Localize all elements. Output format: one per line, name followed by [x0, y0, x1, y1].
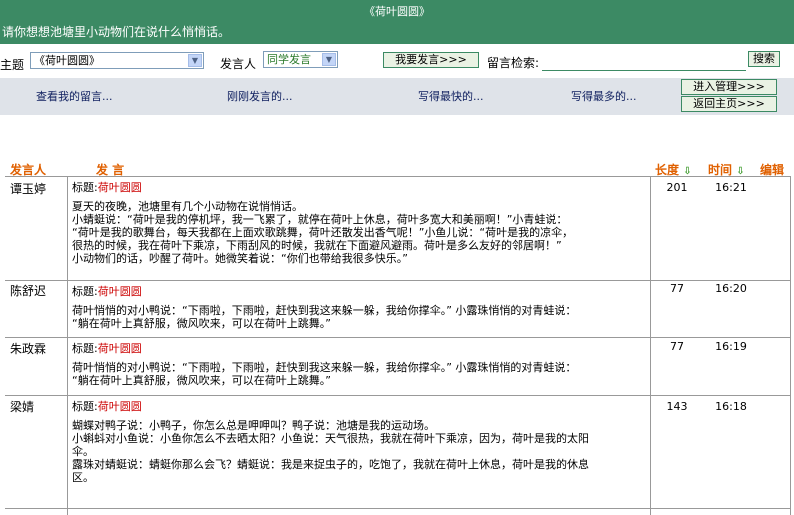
- message-line: 荷叶悄悄的对小鸭说：“下雨啦，下雨啦，赶快到我这来躲一躲，我给你撑伞。” 小露珠…: [72, 304, 577, 317]
- message-line: “躺在荷叶上真舒服，微风吹来，可以在荷叶上跳舞。”: [72, 317, 331, 330]
- title-bar: 《荷叶圆圆》 请你想想池塘里小动物们在说什么悄悄话。: [0, 0, 794, 44]
- message-line: 小蝌蚪对小鱼说：小鱼你怎么不去晒太阳？小鱼说：天气很热，我就在荷叶下乘凉，因为，…: [72, 432, 589, 445]
- message-line: 区。: [72, 471, 94, 484]
- message-line: 伞。: [72, 445, 94, 458]
- topic-select[interactable]: 《荷叶圆圆》 ▼: [30, 52, 204, 69]
- search-button[interactable]: 搜索: [748, 51, 780, 67]
- col-divider: [650, 176, 651, 515]
- nav-fastest[interactable]: 写得最快的...: [418, 88, 484, 104]
- row-author: 朱政霖: [10, 342, 47, 356]
- subject-link[interactable]: 荷叶圆圆: [98, 285, 142, 298]
- search-label: 留言检索:: [487, 56, 540, 70]
- subject-link[interactable]: 荷叶圆圆: [98, 181, 142, 194]
- row-message: 标题:荷叶圆圆 蝴蝶对鸭子说：小鸭子，你怎么总是呷呷叫？鸭子说：池塘是我的运动场…: [72, 395, 648, 484]
- search-input[interactable]: [542, 53, 746, 71]
- topic-prompt: 请你想想池塘里小动物们在说什么悄悄话。: [2, 25, 231, 39]
- speaker-select[interactable]: 同学发言 ▼: [263, 51, 338, 68]
- home-button[interactable]: 返回主页>>>: [681, 96, 777, 112]
- message-line: 荷叶悄悄的对小鸭说：“下雨啦，下雨啦，赶快到我这来躲一躲，我给你撑伞。” 小露珠…: [72, 361, 577, 374]
- message-line: 露珠对蜻蜓说：蜻蜓你那么会飞？蜻蜓说：我是来捉虫子的，吃饱了，我就在荷叶上休息，…: [72, 458, 589, 471]
- col-divider: [67, 176, 68, 515]
- topic-select-value: 《荷叶圆圆》: [34, 54, 100, 67]
- topic-label: 主题: [0, 58, 25, 72]
- row-divider: [5, 508, 791, 509]
- row-time: 16:19: [715, 340, 747, 353]
- row-author: 谭玉婷: [10, 182, 47, 196]
- message-line: “躺在荷叶上真舒服，微风吹来，可以在荷叶上跳舞。”: [72, 374, 331, 387]
- row-subject: 标题:荷叶圆圆: [72, 342, 648, 355]
- row-time: 16:21: [715, 181, 747, 194]
- nav-latest[interactable]: 刚刚发言的...: [227, 88, 293, 104]
- post-message-button[interactable]: 我要发言>>>: [383, 52, 479, 68]
- subject-prefix: 标题:: [72, 181, 98, 194]
- row-subject: 标题:荷叶圆圆: [72, 285, 648, 298]
- message-line: 小动物们的话，吵醒了荷叶。她微笑着说：“你们也带给我很多快乐。”: [72, 252, 408, 265]
- message-line: “荷叶是我的歌舞台，每天我都在上面欢歌跳舞，荷叶还散发出香气呢！”小鱼儿说：“荷…: [72, 226, 574, 239]
- controls-row: 主题 《荷叶圆圆》 ▼ 发言人 同学发言 ▼ 我要发言>>> 留言检索: 搜索: [0, 44, 794, 76]
- row-length: 201: [666, 181, 688, 194]
- subject-prefix: 标题:: [72, 342, 98, 355]
- row-length: 77: [670, 282, 684, 295]
- subject-link[interactable]: 荷叶圆圆: [98, 400, 142, 413]
- page-title: 《荷叶圆圆》: [364, 5, 430, 18]
- row-subject: 标题:荷叶圆圆: [72, 400, 648, 413]
- nav-my-messages[interactable]: 查看我的留言...: [36, 88, 113, 104]
- chevron-down-icon: ▼: [188, 54, 202, 67]
- row-length: 143: [666, 400, 688, 413]
- chevron-down-icon: ▼: [322, 53, 336, 66]
- subject-link[interactable]: 荷叶圆圆: [98, 342, 142, 355]
- table-header: 发言人 发 言 长度 ⇩ 时间 ⇩ 编辑: [0, 158, 794, 177]
- col-length-label: 长度: [655, 163, 680, 177]
- subject-prefix: 标题:: [72, 400, 98, 413]
- admin-button[interactable]: 进入管理>>>: [681, 79, 777, 95]
- col-divider: [790, 176, 791, 515]
- row-author: 梁婧: [10, 400, 35, 414]
- message-line: 很热的时候，我在荷叶下乘凉，下雨刮风的时候，我就在下面避风避雨。荷叶是多么友好的…: [72, 239, 562, 252]
- row-time: 16:18: [715, 400, 747, 413]
- message-line: 小蜻蜓说：“荷叶是我的停机坪，我一飞累了，就停在荷叶上休息，荷叶多宽大和美丽啊！…: [72, 213, 568, 226]
- speaker-label: 发言人: [220, 57, 257, 71]
- nav-bar: 查看我的留言... 刚刚发言的... 写得最快的... 写得最多的... 进入管…: [0, 78, 794, 115]
- message-line: 夏天的夜晚，池塘里有几个小动物在说悄悄话。: [72, 200, 303, 213]
- row-author: 陈舒迟: [10, 284, 47, 298]
- row-time: 16:20: [715, 282, 747, 295]
- row-length: 77: [670, 340, 684, 353]
- nav-most[interactable]: 写得最多的...: [571, 88, 637, 104]
- row-message: 标题:荷叶圆圆 荷叶悄悄的对小鸭说：“下雨啦，下雨啦，赶快到我这来躲一躲，我给你…: [72, 280, 648, 330]
- row-message: 标题:荷叶圆圆 夏天的夜晚，池塘里有几个小动物在说悄悄话。 小蜻蜓说：“荷叶是我…: [72, 176, 648, 265]
- subject-prefix: 标题:: [72, 285, 98, 298]
- row-subject: 标题:荷叶圆圆: [72, 181, 648, 194]
- speaker-select-value: 同学发言: [267, 53, 311, 66]
- row-message: 标题:荷叶圆圆 荷叶悄悄的对小鸭说：“下雨啦，下雨啦，赶快到我这来躲一躲，我给你…: [72, 337, 648, 387]
- col-time-label: 时间: [708, 163, 733, 177]
- message-line: 蝴蝶对鸭子说：小鸭子，你怎么总是呷呷叫？鸭子说：池塘是我的运动场。: [72, 419, 435, 432]
